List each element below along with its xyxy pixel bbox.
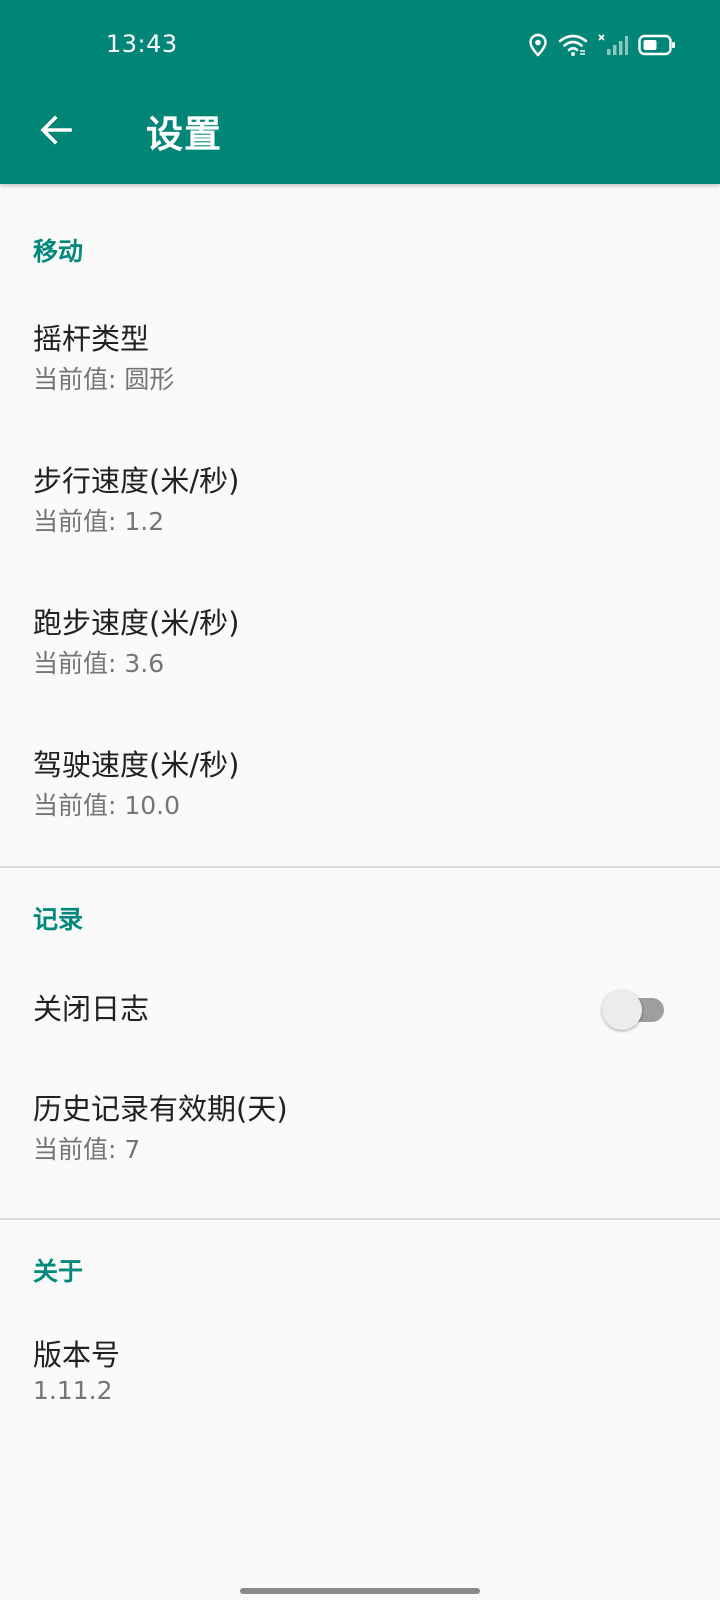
- toolbar: 设置: [0, 90, 720, 184]
- app-bar: 13:43 设置: [0, 0, 720, 184]
- pref-drive-speed[interactable]: 驾驶速度(米/秒) 当前值: 10.0: [0, 720, 720, 862]
- pref-title: 跑步速度(米/秒): [33, 606, 240, 640]
- pref-disable-log[interactable]: 关闭日志: [0, 954, 720, 1066]
- status-icons: [528, 30, 676, 60]
- pref-title: 摇杆类型: [33, 322, 150, 356]
- section-divider: [0, 1218, 720, 1220]
- status-bar: 13:43: [0, 0, 720, 90]
- pref-title: 关闭日志: [33, 992, 150, 1026]
- switch-thumb: [602, 990, 642, 1030]
- pref-title: 步行速度(米/秒): [33, 464, 240, 498]
- section-divider: [0, 866, 720, 868]
- disable-log-switch[interactable]: [602, 990, 666, 1030]
- battery-icon: [638, 34, 676, 56]
- pref-summary: 当前值: 7: [33, 1135, 141, 1164]
- pref-summary: 当前值: 1.2: [33, 507, 165, 536]
- back-button[interactable]: [26, 102, 86, 162]
- cellular-no-signal-icon: [598, 33, 628, 57]
- pref-summary: 当前值: 10.0: [33, 791, 181, 820]
- status-time: 13:43: [106, 30, 178, 58]
- pref-title: 驾驶速度(米/秒): [33, 748, 240, 782]
- gesture-nav-handle[interactable]: [240, 1588, 480, 1594]
- location-icon: [528, 33, 548, 57]
- pref-history-expiry[interactable]: 历史记录有效期(天) 当前值: 7: [0, 1066, 720, 1208]
- category-title-about: 关于: [33, 1257, 84, 1286]
- pref-version[interactable]: 版本号 1.11.2: [0, 1308, 720, 1440]
- page-title: 设置: [146, 113, 222, 156]
- pref-walk-speed[interactable]: 步行速度(米/秒) 当前值: 1.2: [0, 436, 720, 578]
- pref-summary: 1.11.2: [33, 1376, 113, 1405]
- wifi-icon: [558, 33, 588, 57]
- category-title-record: 记录: [33, 905, 84, 934]
- pref-joystick-type[interactable]: 摇杆类型 当前值: 圆形: [0, 294, 720, 436]
- pref-title: 历史记录有效期(天): [33, 1092, 288, 1126]
- category-title-movement: 移动: [33, 237, 84, 266]
- pref-summary: 当前值: 圆形: [33, 365, 175, 394]
- pref-summary: 当前值: 3.6: [33, 649, 165, 678]
- arrow-left-icon: [38, 112, 74, 152]
- pref-title: 版本号: [33, 1338, 121, 1372]
- pref-run-speed[interactable]: 跑步速度(米/秒) 当前值: 3.6: [0, 578, 720, 720]
- settings-list: 移动 摇杆类型 当前值: 圆形 步行速度(米/秒) 当前值: 1.2 跑步速度(…: [0, 184, 720, 1600]
